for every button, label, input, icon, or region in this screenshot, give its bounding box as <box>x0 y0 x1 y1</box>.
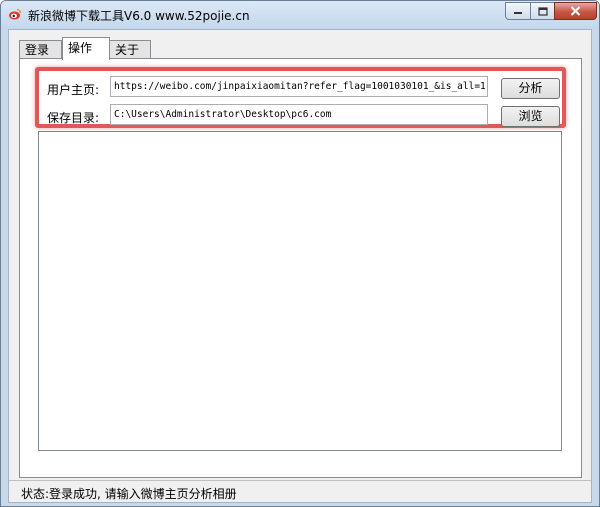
app-window: 新浪微博下载工具V6.0 www.52pojie.cn 登录 操作 关于 用户主… <box>0 0 600 507</box>
minimize-icon <box>514 12 522 14</box>
status-bar: 状态:登录成功, 请输入微博主页分析相册 <box>9 480 591 502</box>
user-home-label: 用户主页: <box>47 83 100 97</box>
browse-button[interactable]: 浏览 <box>501 106 560 127</box>
user-home-input[interactable]: https://weibo.com/jinpaixiaomitan?refer_… <box>110 76 488 97</box>
tab-login[interactable]: 登录 <box>19 40 62 59</box>
save-dir-input[interactable]: C:\Users\Administrator\Desktop\pc6.com <box>110 104 488 125</box>
minimize-button[interactable] <box>505 2 531 20</box>
maximize-icon <box>537 6 548 16</box>
maximize-button[interactable] <box>530 2 555 20</box>
client-area: 登录 操作 关于 用户主页: https://weibo.com/jinpaix… <box>8 29 592 503</box>
album-list[interactable] <box>38 131 562 451</box>
status-text: 状态:登录成功, 请输入微博主页分析相册 <box>21 487 237 501</box>
window-title: 新浪微博下载工具V6.0 www.52pojie.cn <box>28 9 250 23</box>
weibo-logo-icon <box>9 8 22 20</box>
tab-about[interactable]: 关于 <box>109 40 151 59</box>
title-bar[interactable]: 新浪微博下载工具V6.0 www.52pojie.cn <box>1 1 599 29</box>
tab-operation[interactable]: 操作 <box>62 37 110 60</box>
save-dir-label: 保存目录: <box>47 111 100 125</box>
close-button[interactable] <box>554 2 597 20</box>
analyze-button[interactable]: 分析 <box>501 78 560 99</box>
close-icon <box>570 6 581 16</box>
